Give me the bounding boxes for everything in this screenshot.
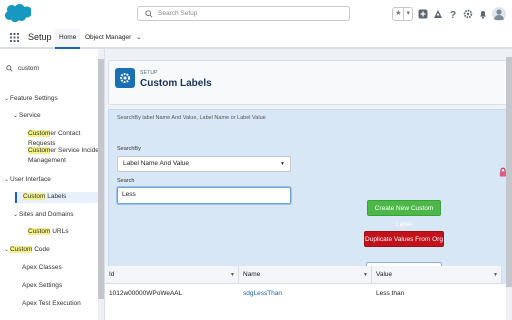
gear-icon[interactable] bbox=[462, 9, 473, 20]
cell-name-link[interactable]: sdgLessThan bbox=[239, 288, 372, 300]
search-by-value: Label Name And Value bbox=[123, 160, 190, 167]
app-title: Setup bbox=[28, 32, 52, 42]
page-title: Custom Labels bbox=[140, 78, 212, 89]
sidebar-item-apex-classes[interactable]: Apex Classes bbox=[22, 263, 62, 273]
sidebar-item-label-line2: Management bbox=[28, 157, 66, 164]
chevron-down-icon: ⌄ bbox=[136, 34, 142, 41]
avatar[interactable] bbox=[492, 7, 506, 21]
sidebar-item-sites-and-domains[interactable]: ⌄Sites and Domains bbox=[13, 210, 74, 220]
page-eyebrow: SETUP bbox=[140, 70, 158, 76]
column-header-value[interactable]: Value ▼ bbox=[372, 266, 502, 284]
column-header-id[interactable]: Id ▼ bbox=[105, 266, 239, 284]
sidebar-item-label: Apex Settings bbox=[22, 282, 63, 289]
chevron-down-icon[interactable]: ▼ bbox=[230, 266, 235, 284]
tab-object-manager-label: Object Manager bbox=[85, 34, 132, 41]
favorites-group[interactable]: ★ ▾ bbox=[392, 7, 413, 21]
search-highlight: Custom bbox=[23, 193, 46, 200]
duplicate-values-button[interactable]: Duplicate Values From Org bbox=[364, 231, 444, 247]
column-header-name[interactable]: Name ▼ bbox=[239, 266, 372, 284]
global-header: ★ ▾ ? bbox=[0, 0, 512, 30]
trailhead-icon[interactable] bbox=[432, 9, 443, 20]
main-content: SETUP Custom Labels SearchBy label Name … bbox=[105, 49, 512, 320]
sidebar-item-user-interface[interactable]: ⌄User Interface bbox=[4, 175, 51, 185]
chevron-down-icon[interactable]: ▾ bbox=[403, 8, 412, 20]
app-launcher-icon[interactable] bbox=[10, 33, 19, 42]
search-icon bbox=[145, 10, 153, 18]
search-by-select[interactable]: Label Name And Value ▼ bbox=[117, 156, 291, 172]
search-text-input[interactable] bbox=[122, 191, 282, 198]
sidebar-item-custom-labels[interactable]: Custom Labels bbox=[15, 192, 99, 203]
sidebar-item-custom-urls[interactable]: Custom URLs bbox=[28, 227, 104, 237]
search-highlight: Custom bbox=[28, 147, 51, 154]
chevron-down-icon[interactable]: ▼ bbox=[363, 266, 368, 284]
page-header: SETUP Custom Labels bbox=[108, 60, 508, 105]
sidebar-item-apex-test-execution[interactable]: Apex Test Execution bbox=[22, 299, 81, 309]
column-header-label: Value bbox=[376, 271, 393, 278]
quick-find[interactable] bbox=[6, 65, 88, 72]
sidebar-item-service[interactable]: ⌄Service bbox=[13, 111, 41, 121]
star-icon[interactable]: ★ bbox=[393, 8, 403, 20]
setup-sidebar: ⌄Feature Settings ⌄Service Customer Cont… bbox=[0, 49, 105, 320]
sidebar-item-label: er Service Incident bbox=[50, 147, 105, 154]
svg-text:?: ? bbox=[449, 10, 455, 19]
cell-value: Less than bbox=[376, 290, 405, 297]
sidebar-item-label: Labels bbox=[45, 193, 67, 200]
sidebar-item-label: Apex Test Execution bbox=[22, 300, 81, 307]
search-label: Search bbox=[117, 178, 135, 184]
search-by-label: SearchBy bbox=[117, 146, 141, 152]
column-header-label: Id bbox=[109, 271, 115, 278]
add-icon[interactable] bbox=[417, 9, 428, 20]
sidebar-scrollbar[interactable] bbox=[98, 49, 104, 320]
sidebar-item-feature-settings[interactable]: ⌄Feature Settings bbox=[4, 94, 58, 104]
search-highlight: Custom bbox=[28, 228, 51, 235]
gear-icon bbox=[115, 68, 135, 88]
context-bar: Setup Home Object Manager ⌄ bbox=[0, 29, 512, 49]
tab-home[interactable]: Home bbox=[55, 29, 81, 49]
sidebar-item-label: Service bbox=[19, 112, 41, 119]
help-icon[interactable]: ? bbox=[447, 9, 458, 20]
salesforce-logo[interactable] bbox=[4, 3, 31, 23]
sidebar-item-label: User Interface bbox=[10, 176, 51, 183]
sidebar-item-label: Sites and Domains bbox=[19, 211, 74, 218]
search-icon bbox=[6, 65, 13, 72]
search-input[interactable] bbox=[158, 8, 344, 19]
search-highlight: Custom bbox=[28, 130, 51, 137]
quick-find-input[interactable] bbox=[18, 65, 88, 72]
chevron-down-icon: ▼ bbox=[280, 161, 285, 167]
search-field[interactable] bbox=[117, 187, 291, 204]
sidebar-item-label: Feature Settings bbox=[10, 95, 58, 102]
main-scrollbar-thumb[interactable] bbox=[506, 57, 512, 287]
sidebar-item-label: URLs bbox=[50, 228, 69, 235]
search-hint: SearchBy label Name And Value, Label Nam… bbox=[117, 115, 266, 121]
create-custom-label-button[interactable]: Create New Custom Label bbox=[367, 200, 441, 228]
tab-object-manager[interactable]: Object Manager ⌄ bbox=[81, 29, 146, 47]
sidebar-item-label: Apex Classes bbox=[22, 264, 62, 271]
search-highlight: Custom bbox=[10, 246, 33, 253]
sidebar-item-custom-code[interactable]: ⌄Custom Code bbox=[4, 245, 50, 255]
sidebar-item-customer-service-incident-management[interactable]: Customer Service Incident Management bbox=[28, 146, 105, 166]
sidebar-scrollbar-thumb[interactable] bbox=[98, 59, 104, 299]
bell-icon[interactable] bbox=[477, 9, 488, 20]
sidebar-item-apex-settings[interactable]: Apex Settings bbox=[22, 281, 62, 291]
column-header-label: Name bbox=[243, 271, 261, 278]
search-setup-box[interactable] bbox=[137, 6, 350, 21]
main-scrollbar[interactable] bbox=[506, 49, 512, 320]
header-actions: ★ ▾ ? bbox=[392, 6, 506, 22]
cell-id: 1012w00000WPoWeAAL bbox=[109, 290, 183, 297]
chevron-down-icon[interactable]: ▼ bbox=[493, 266, 498, 284]
sidebar-item-label: Code bbox=[32, 246, 50, 253]
